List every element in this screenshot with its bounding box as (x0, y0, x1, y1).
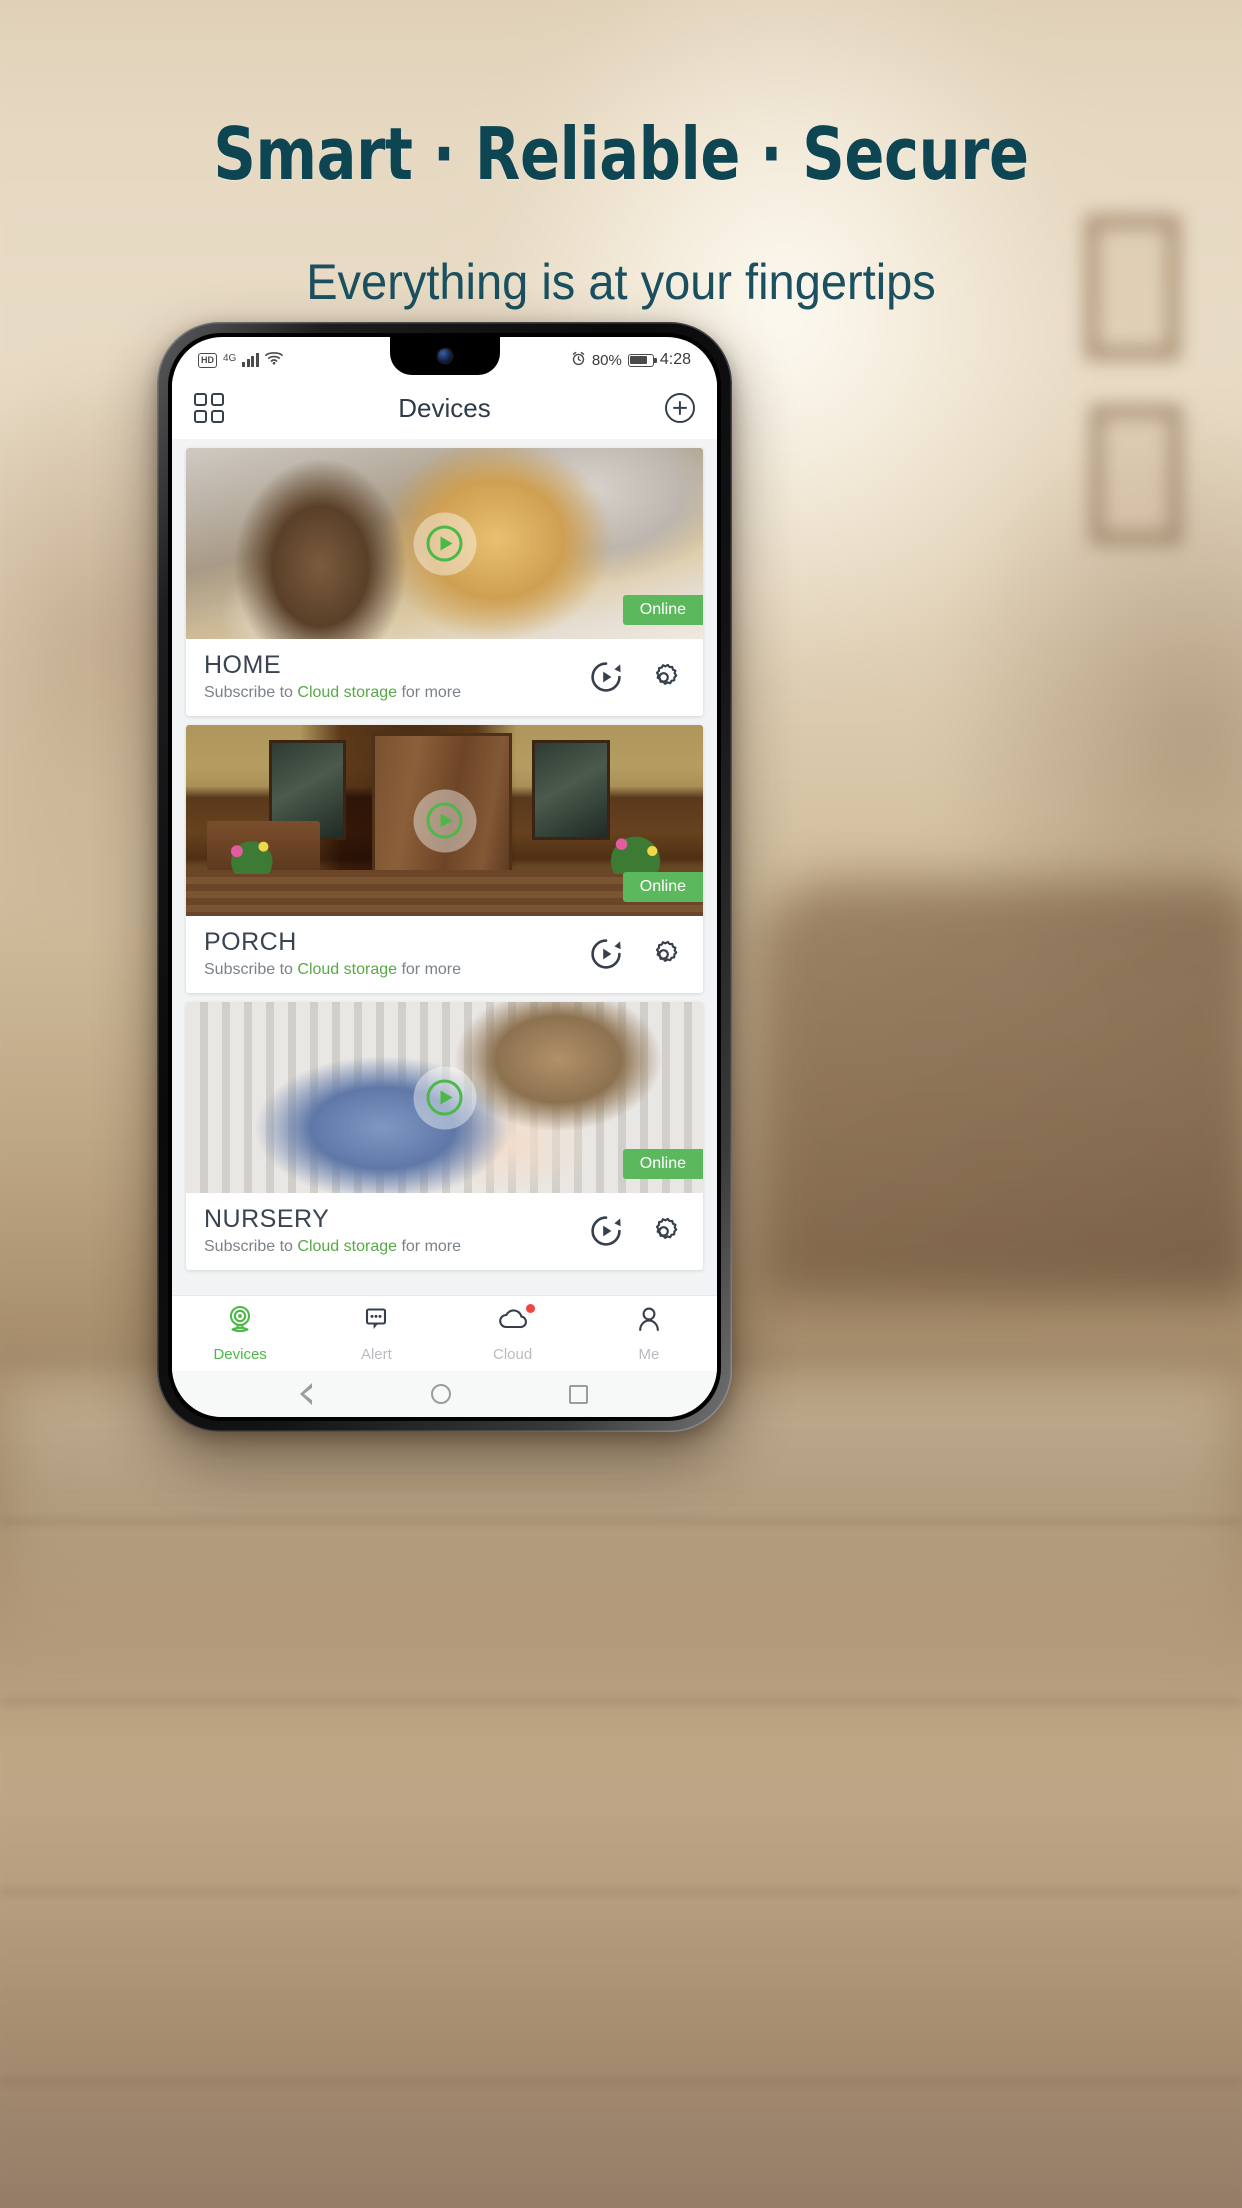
porch-flowers-left (211, 835, 295, 874)
porch-window-right (532, 740, 610, 840)
back-button-icon[interactable] (300, 1383, 313, 1405)
sofa-blur (760, 880, 1242, 1300)
app-header: Devices (172, 377, 717, 439)
phone-bezel: HD 4G 80% 4:28 Devices Online HOME Subsc… (168, 333, 721, 1421)
status-bar-right: 80% 4:28 (571, 351, 691, 370)
floor-plank (0, 1700, 1242, 1703)
screen-notch (389, 337, 500, 375)
battery-percent-label: 80% (591, 351, 622, 369)
home-button-icon[interactable] (431, 1384, 451, 1404)
cloud-icon (496, 1305, 530, 1340)
device-card-actions (589, 660, 685, 694)
nav-item-alert[interactable]: Alert (308, 1305, 444, 1363)
alarm-clock-icon (571, 351, 586, 370)
device-name: PORCH (204, 928, 297, 956)
clock-label: 4:28 (659, 351, 691, 368)
play-icon (426, 1079, 463, 1116)
person-icon (633, 1305, 665, 1340)
wifi-icon (264, 351, 283, 369)
floor-plank (0, 1890, 1242, 1893)
device-name: HOME (204, 651, 281, 679)
hd-icon: HD (198, 352, 217, 368)
device-list[interactable]: Online HOME Subscribe to Cloud storage f… (172, 439, 717, 1295)
promo-subheadline: Everything is at your fingertips (306, 254, 936, 310)
nav-item-cloud[interactable]: Cloud (445, 1303, 581, 1363)
front-camera-icon (437, 349, 452, 363)
nav-item-me[interactable]: Me (581, 1305, 717, 1363)
grid-view-icon[interactable] (194, 393, 224, 423)
device-subscribe-text[interactable]: Subscribe to Cloud storage for more (204, 684, 461, 702)
play-icon (426, 802, 463, 839)
recents-button-icon[interactable] (569, 1384, 588, 1404)
gear-icon[interactable] (647, 660, 681, 694)
network-type-label: 4G (223, 353, 237, 364)
play-overlay-button[interactable] (413, 512, 476, 575)
device-card-actions (589, 937, 685, 971)
device-card-actions (589, 1214, 685, 1248)
device-thumbnail[interactable]: Online (186, 448, 703, 639)
subscribe-suffix: for more (397, 684, 462, 701)
status-badge: Online (622, 872, 703, 902)
device-card-texts: HOME Subscribe to Cloud storage for more (204, 651, 461, 702)
playback-icon[interactable] (589, 1214, 623, 1248)
device-card-texts: PORCH Subscribe to Cloud storage for mor… (204, 928, 461, 979)
cloud-storage-link[interactable]: Cloud storage (297, 961, 397, 978)
porch-flowers-right (589, 828, 683, 874)
floor-plank (0, 1520, 1242, 1523)
device-card-body: NURSERY Subscribe to Cloud storage for m… (186, 1193, 703, 1270)
play-icon (426, 525, 463, 562)
add-device-button[interactable] (665, 393, 695, 423)
status-badge: Online (622, 1149, 703, 1179)
floor-plank (0, 2080, 1242, 2083)
gear-icon[interactable] (647, 937, 681, 971)
nav-item-devices[interactable]: Devices (172, 1305, 308, 1363)
nav-label-alert: Alert (360, 1345, 392, 1363)
camera-icon (224, 1305, 256, 1340)
subscribe-prefix: Subscribe to (204, 961, 298, 978)
gear-icon[interactable] (647, 1214, 681, 1248)
promo-headline: Smart · Reliable · Secure (213, 112, 1029, 196)
wall-frame-lower (1090, 405, 1182, 545)
device-card-body: PORCH Subscribe to Cloud storage for mor… (186, 916, 703, 993)
device-card-body: HOME Subscribe to Cloud storage for more (186, 639, 703, 716)
cloud-storage-link[interactable]: Cloud storage (297, 684, 397, 701)
device-card[interactable]: Online NURSERY Subscribe to Cloud storag… (186, 1002, 703, 1270)
nav-label-me: Me (638, 1345, 660, 1363)
device-subscribe-text[interactable]: Subscribe to Cloud storage for more (204, 961, 461, 979)
device-thumbnail[interactable]: Online (186, 725, 703, 916)
phone-mockup: HD 4G 80% 4:28 Devices Online HOME Subsc… (157, 322, 732, 1432)
subscribe-suffix: for more (397, 1238, 462, 1255)
nav-label-cloud: Cloud (493, 1345, 533, 1363)
status-bar-left: HD 4G (198, 351, 283, 369)
subscribe-suffix: for more (397, 961, 462, 978)
device-subscribe-text[interactable]: Subscribe to Cloud storage for more (204, 1238, 461, 1256)
playback-icon[interactable] (589, 660, 623, 694)
device-card[interactable]: Online PORCH Subscribe to Cloud storage … (186, 725, 703, 993)
play-overlay-button[interactable] (413, 1066, 476, 1129)
phone-screen: HD 4G 80% 4:28 Devices Online HOME Subsc… (172, 337, 717, 1417)
playback-icon[interactable] (589, 937, 623, 971)
play-overlay-button[interactable] (413, 789, 476, 852)
status-badge: Online (622, 595, 703, 625)
system-navigation-bar (172, 1371, 717, 1417)
signal-bars-icon (242, 353, 259, 367)
page-title: Devices (398, 392, 491, 423)
battery-icon (627, 353, 657, 367)
device-thumbnail[interactable]: Online (186, 1002, 703, 1193)
chat-bubble-icon (360, 1305, 392, 1340)
bottom-navigation: Devices Alert Cloud Me (172, 1295, 717, 1371)
nav-label-devices: Devices (213, 1345, 267, 1363)
cloud-storage-link[interactable]: Cloud storage (297, 1238, 397, 1255)
subscribe-prefix: Subscribe to (204, 1238, 298, 1255)
device-card[interactable]: Online HOME Subscribe to Cloud storage f… (186, 448, 703, 716)
subscribe-prefix: Subscribe to (204, 684, 298, 701)
device-name: NURSERY (204, 1205, 330, 1233)
cloud-notification-badge (525, 1303, 535, 1313)
device-card-texts: NURSERY Subscribe to Cloud storage for m… (204, 1205, 461, 1256)
